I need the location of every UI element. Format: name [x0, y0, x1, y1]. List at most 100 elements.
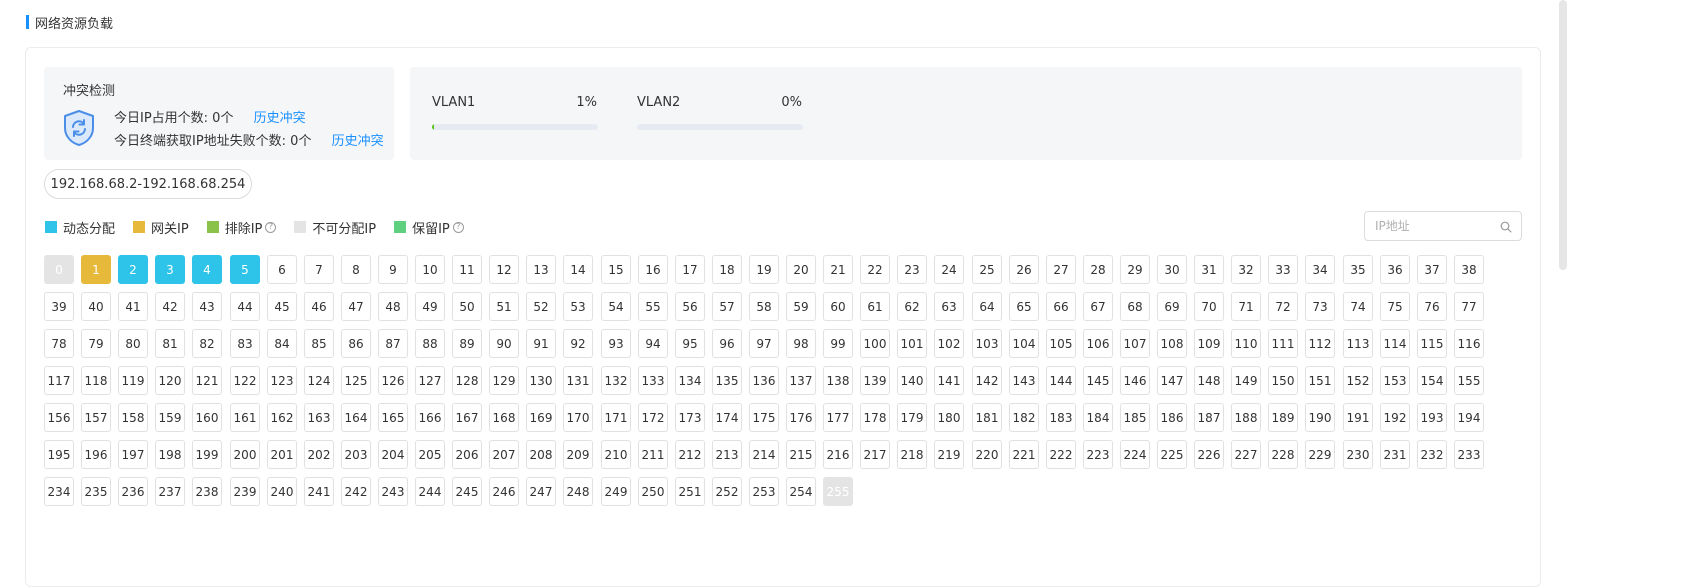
ip-cell-233[interactable]: 233	[1454, 440, 1484, 469]
ip-cell-252[interactable]: 252	[712, 477, 742, 506]
ip-cell-240[interactable]: 240	[267, 477, 297, 506]
help-icon[interactable]: ?	[265, 221, 277, 233]
ip-cell-212[interactable]: 212	[675, 440, 705, 469]
ip-cell-215[interactable]: 215	[786, 440, 816, 469]
ip-cell-157[interactable]: 157	[81, 403, 111, 432]
ip-cell-116[interactable]: 116	[1454, 329, 1484, 358]
ip-cell-237[interactable]: 237	[155, 477, 185, 506]
ip-cell-203[interactable]: 203	[341, 440, 371, 469]
ip-cell-92[interactable]: 92	[563, 329, 593, 358]
ip-cell-47[interactable]: 47	[341, 292, 371, 321]
ip-cell-239[interactable]: 239	[230, 477, 260, 506]
ip-cell-23[interactable]: 23	[897, 255, 927, 284]
ip-cell-37[interactable]: 37	[1417, 255, 1447, 284]
ip-cell-76[interactable]: 76	[1417, 292, 1447, 321]
ip-cell-89[interactable]: 89	[452, 329, 482, 358]
ip-cell-58[interactable]: 58	[749, 292, 779, 321]
ip-cell-200[interactable]: 200	[230, 440, 260, 469]
ip-cell-139[interactable]: 139	[860, 366, 890, 395]
ip-cell-32[interactable]: 32	[1231, 255, 1261, 284]
ip-cell-124[interactable]: 124	[304, 366, 334, 395]
ip-cell-105[interactable]: 105	[1046, 329, 1076, 358]
ip-cell-87[interactable]: 87	[378, 329, 408, 358]
history-conflict-link-2[interactable]: 历史冲突	[332, 134, 384, 149]
ip-cell-20[interactable]: 20	[786, 255, 816, 284]
ip-cell-232[interactable]: 232	[1417, 440, 1447, 469]
ip-cell-94[interactable]: 94	[638, 329, 668, 358]
ip-cell-30[interactable]: 30	[1157, 255, 1187, 284]
ip-cell-135[interactable]: 135	[712, 366, 742, 395]
ip-cell-160[interactable]: 160	[192, 403, 222, 432]
ip-cell-118[interactable]: 118	[81, 366, 111, 395]
ip-cell-42[interactable]: 42	[155, 292, 185, 321]
ip-cell-108[interactable]: 108	[1157, 329, 1187, 358]
ip-cell-209[interactable]: 209	[563, 440, 593, 469]
ip-cell-147[interactable]: 147	[1157, 366, 1187, 395]
ip-cell-45[interactable]: 45	[267, 292, 297, 321]
ip-cell-56[interactable]: 56	[675, 292, 705, 321]
ip-cell-207[interactable]: 207	[489, 440, 519, 469]
ip-cell-90[interactable]: 90	[489, 329, 519, 358]
ip-cell-114[interactable]: 114	[1380, 329, 1410, 358]
ip-cell-180[interactable]: 180	[934, 403, 964, 432]
history-conflict-link-1[interactable]: 历史冲突	[254, 111, 306, 126]
ip-cell-2[interactable]: 2	[118, 255, 148, 284]
ip-cell-188[interactable]: 188	[1231, 403, 1261, 432]
page-scrollbar[interactable]	[1559, 0, 1567, 270]
ip-cell-88[interactable]: 88	[415, 329, 445, 358]
ip-cell-144[interactable]: 144	[1046, 366, 1076, 395]
ip-cell-36[interactable]: 36	[1380, 255, 1410, 284]
ip-cell-151[interactable]: 151	[1305, 366, 1335, 395]
ip-cell-250[interactable]: 250	[638, 477, 668, 506]
ip-cell-64[interactable]: 64	[972, 292, 1002, 321]
ip-cell-246[interactable]: 246	[489, 477, 519, 506]
ip-cell-166[interactable]: 166	[415, 403, 445, 432]
ip-cell-205[interactable]: 205	[415, 440, 445, 469]
ip-cell-146[interactable]: 146	[1120, 366, 1150, 395]
ip-cell-243[interactable]: 243	[378, 477, 408, 506]
ip-cell-125[interactable]: 125	[341, 366, 371, 395]
ip-cell-206[interactable]: 206	[452, 440, 482, 469]
ip-cell-155[interactable]: 155	[1454, 366, 1484, 395]
ip-cell-9[interactable]: 9	[378, 255, 408, 284]
ip-cell-220[interactable]: 220	[972, 440, 1002, 469]
ip-cell-21[interactable]: 21	[823, 255, 853, 284]
ip-cell-12[interactable]: 12	[489, 255, 519, 284]
ip-cell-31[interactable]: 31	[1194, 255, 1224, 284]
ip-cell-171[interactable]: 171	[601, 403, 631, 432]
ip-cell-82[interactable]: 82	[192, 329, 222, 358]
ip-cell-41[interactable]: 41	[118, 292, 148, 321]
ip-cell-153[interactable]: 153	[1380, 366, 1410, 395]
ip-cell-211[interactable]: 211	[638, 440, 668, 469]
ip-cell-18[interactable]: 18	[712, 255, 742, 284]
ip-cell-70[interactable]: 70	[1194, 292, 1224, 321]
ip-cell-254[interactable]: 254	[786, 477, 816, 506]
ip-cell-117[interactable]: 117	[44, 366, 74, 395]
ip-cell-67[interactable]: 67	[1083, 292, 1113, 321]
ip-cell-8[interactable]: 8	[341, 255, 371, 284]
ip-cell-106[interactable]: 106	[1083, 329, 1113, 358]
ip-cell-190[interactable]: 190	[1305, 403, 1335, 432]
ip-cell-159[interactable]: 159	[155, 403, 185, 432]
ip-cell-83[interactable]: 83	[230, 329, 260, 358]
ip-cell-149[interactable]: 149	[1231, 366, 1261, 395]
ip-cell-5[interactable]: 5	[230, 255, 260, 284]
ip-cell-128[interactable]: 128	[452, 366, 482, 395]
ip-cell-50[interactable]: 50	[452, 292, 482, 321]
ip-cell-219[interactable]: 219	[934, 440, 964, 469]
ip-cell-173[interactable]: 173	[675, 403, 705, 432]
ip-cell-68[interactable]: 68	[1120, 292, 1150, 321]
ip-cell-167[interactable]: 167	[452, 403, 482, 432]
ip-cell-245[interactable]: 245	[452, 477, 482, 506]
ip-cell-6[interactable]: 6	[267, 255, 297, 284]
ip-cell-169[interactable]: 169	[526, 403, 556, 432]
ip-cell-156[interactable]: 156	[44, 403, 74, 432]
ip-cell-179[interactable]: 179	[897, 403, 927, 432]
ip-cell-182[interactable]: 182	[1009, 403, 1039, 432]
ip-cell-4[interactable]: 4	[192, 255, 222, 284]
ip-cell-227[interactable]: 227	[1231, 440, 1261, 469]
ip-cell-202[interactable]: 202	[304, 440, 334, 469]
ip-cell-218[interactable]: 218	[897, 440, 927, 469]
ip-cell-74[interactable]: 74	[1343, 292, 1373, 321]
ip-cell-175[interactable]: 175	[749, 403, 779, 432]
